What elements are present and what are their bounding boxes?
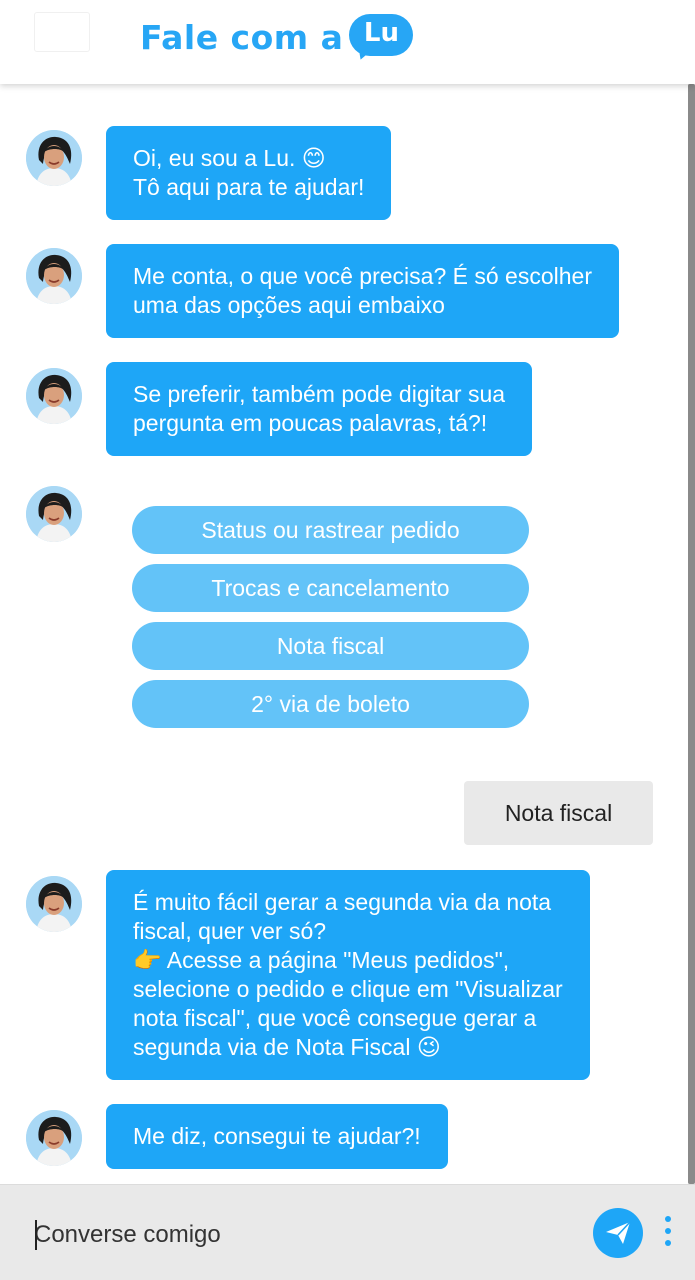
bot-message-bubble: Se preferir, também pode digitar sua per… [106, 362, 533, 456]
bot-avatar-icon [26, 130, 82, 186]
option-trocas-cancelamento[interactable]: Trocas e cancelamento [132, 564, 529, 612]
send-button[interactable] [593, 1208, 643, 1258]
brand-badge-text: Lu [363, 18, 399, 48]
chat-scrollbar[interactable] [688, 84, 695, 1184]
send-icon [606, 1221, 631, 1244]
bot-avatar-icon [26, 876, 82, 932]
brand-text: Fale com a [140, 18, 344, 57]
brand-bubble-icon: Lu [349, 14, 414, 63]
option-segunda-via-boleto[interactable]: 2° via de boleto [132, 680, 529, 728]
chat-input-bar [0, 1184, 695, 1280]
text-caret [35, 1220, 37, 1250]
option-nota-fiscal[interactable]: Nota fiscal [132, 622, 529, 670]
bot-message-bubble: Me conta, o que você precisa? É só escol… [106, 244, 619, 338]
bot-message-bubble: Me diz, consegui te ajudar?! [106, 1104, 448, 1169]
scrollbar-thumb[interactable] [688, 84, 695, 1184]
message-input[interactable] [34, 1215, 574, 1255]
bot-avatar-icon [26, 1110, 82, 1166]
user-message-bubble: Nota fiscal [464, 781, 653, 845]
quick-reply-options: Status ou rastrear pedido Trocas e cance… [132, 506, 529, 738]
app-header: Fale com a Lu [0, 0, 695, 84]
bot-avatar-icon [26, 368, 82, 424]
bot-avatar-icon [26, 248, 82, 304]
bot-message-bubble: Oi, eu sou a Lu. 😊 Tô aqui para te ajuda… [106, 126, 392, 220]
bot-message-bubble: É muito fácil gerar a segunda via da not… [106, 870, 590, 1080]
bot-avatar-icon [26, 486, 82, 542]
more-vertical-icon[interactable] [658, 1216, 678, 1250]
option-status-pedido[interactable]: Status ou rastrear pedido [132, 506, 529, 554]
brand-logo: Fale com a Lu [140, 14, 414, 64]
header-placeholder-box [34, 12, 90, 52]
